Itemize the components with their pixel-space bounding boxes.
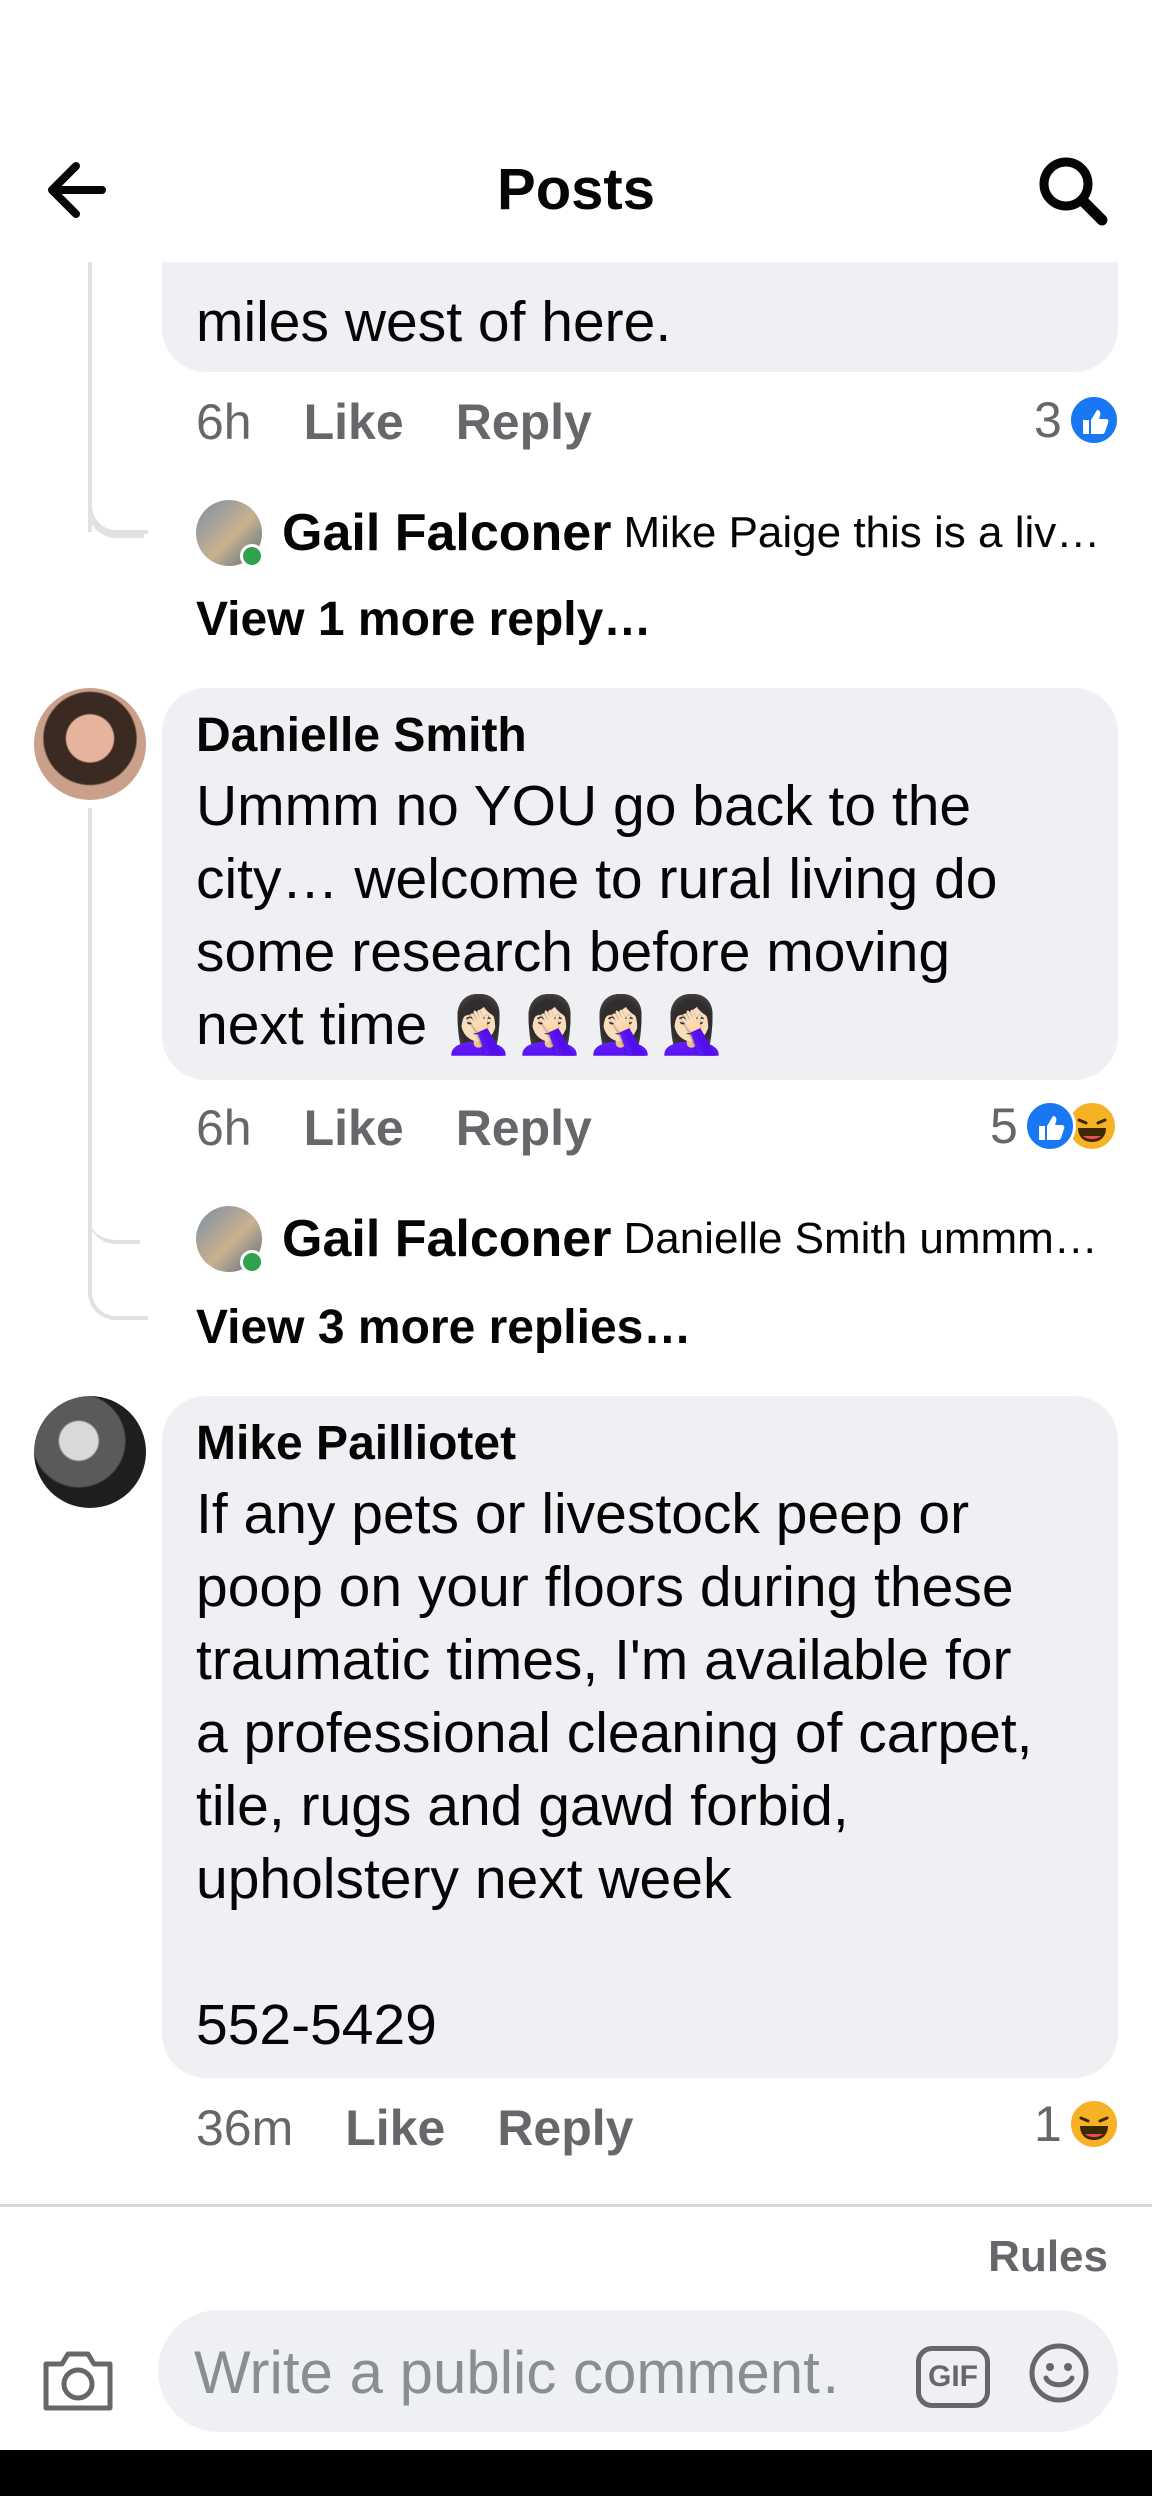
comment-line: a professional cleaning of carpet, <box>196 1701 1033 1765</box>
rules-link[interactable]: Rules <box>988 2232 1108 2282</box>
camera-icon[interactable] <box>40 2346 116 2414</box>
comment-time: 6h <box>196 1100 252 1156</box>
comment-meta: 36m Like Reply <box>196 2098 686 2158</box>
comment-meta: 6h Like Reply <box>196 392 644 452</box>
comment-time: 6h <box>196 394 252 450</box>
reply-author: Gail Falconer <box>282 1210 612 1268</box>
reaction-count: 1 <box>1034 2096 1062 2152</box>
reaction-summary[interactable]: 3 <box>1034 390 1120 450</box>
comment-line: If any pets or livestock peep or <box>196 1482 970 1546</box>
top-app-bar: Posts <box>0 0 1152 262</box>
comment-bubble[interactable]: Mike Pailliotet If any pets or livestock… <box>162 1396 1118 2078</box>
reaction-summary[interactable]: 5 <box>990 1096 1118 1156</box>
comment-bubble[interactable]: Danielle Smith Ummm no YOU go back to th… <box>162 688 1118 1080</box>
comment-meta: 6h Like Reply <box>196 1098 644 1158</box>
page-title: Posts <box>497 157 655 222</box>
reply-button[interactable]: Reply <box>456 394 592 450</box>
like-button[interactable]: Like <box>304 1100 404 1156</box>
thread-connector <box>88 808 148 1320</box>
comment-author[interactable]: Mike Pailliotet <box>196 1416 516 1472</box>
like-button[interactable]: Like <box>345 2100 445 2156</box>
reaction-summary[interactable]: 1 <box>1034 2094 1120 2154</box>
avatar <box>196 500 264 568</box>
thread-connector <box>88 470 144 538</box>
like-button[interactable]: Like <box>304 394 404 450</box>
comment-text: If any pets or livestock peep or poop on… <box>196 1478 1096 2062</box>
comment-text: Ummm no YOU go back to the city… welcome… <box>196 774 998 1057</box>
divider <box>0 2204 1152 2207</box>
reaction-count: 5 <box>990 1098 1018 1154</box>
comment-blank-line <box>196 1916 1096 1989</box>
system-navigation-bar <box>0 2450 1152 2496</box>
comment-phone: 552-5429 <box>196 1993 437 2057</box>
reply-button[interactable]: Reply <box>497 2100 633 2156</box>
comment-time: 36m <box>196 2100 294 2156</box>
comment-text: miles west of here. <box>196 290 672 354</box>
comment-input[interactable] <box>192 2328 836 2416</box>
like-reaction-icon <box>1023 1100 1076 1152</box>
avatar[interactable] <box>34 1396 146 1508</box>
gif-button[interactable]: GIF <box>916 2346 990 2408</box>
comment-line: poop on your floors during these <box>196 1555 1014 1619</box>
reply-preview[interactable]: Gail Falconer Mike Paige this is a live… <box>196 498 1116 568</box>
reply-preview[interactable]: Gail Falconer Danielle Smith ummm… <box>196 1204 1116 1274</box>
search-icon[interactable] <box>1030 148 1114 232</box>
haha-reaction-icon <box>1067 2098 1120 2150</box>
comment-line: tile, rugs and gawd forbid, <box>196 1774 849 1838</box>
comment-composer[interactable]: GIF <box>158 2310 1118 2432</box>
reply-button[interactable]: Reply <box>456 1100 592 1156</box>
online-indicator <box>240 1250 264 1274</box>
view-more-replies-link[interactable]: View 1 more reply… <box>196 590 651 650</box>
comment-author[interactable]: Danielle Smith <box>196 708 527 764</box>
reaction-count: 3 <box>1034 392 1062 448</box>
reply-text: Danielle Smith ummm… <box>623 1214 1098 1263</box>
comment-line: upholstery next week <box>196 1847 732 1911</box>
reply-author: Gail Falconer <box>282 504 612 562</box>
smiley-icon[interactable] <box>1028 2342 1090 2404</box>
comment-line: traumatic times, I'm available for <box>196 1628 1012 1692</box>
online-indicator <box>240 544 264 568</box>
avatar <box>196 1206 264 1274</box>
like-reaction-icon <box>1067 394 1120 446</box>
reply-text: Mike Paige this is a live… <box>623 508 1116 557</box>
view-more-replies-link[interactable]: View 3 more replies… <box>196 1298 691 1358</box>
avatar[interactable] <box>34 688 146 800</box>
